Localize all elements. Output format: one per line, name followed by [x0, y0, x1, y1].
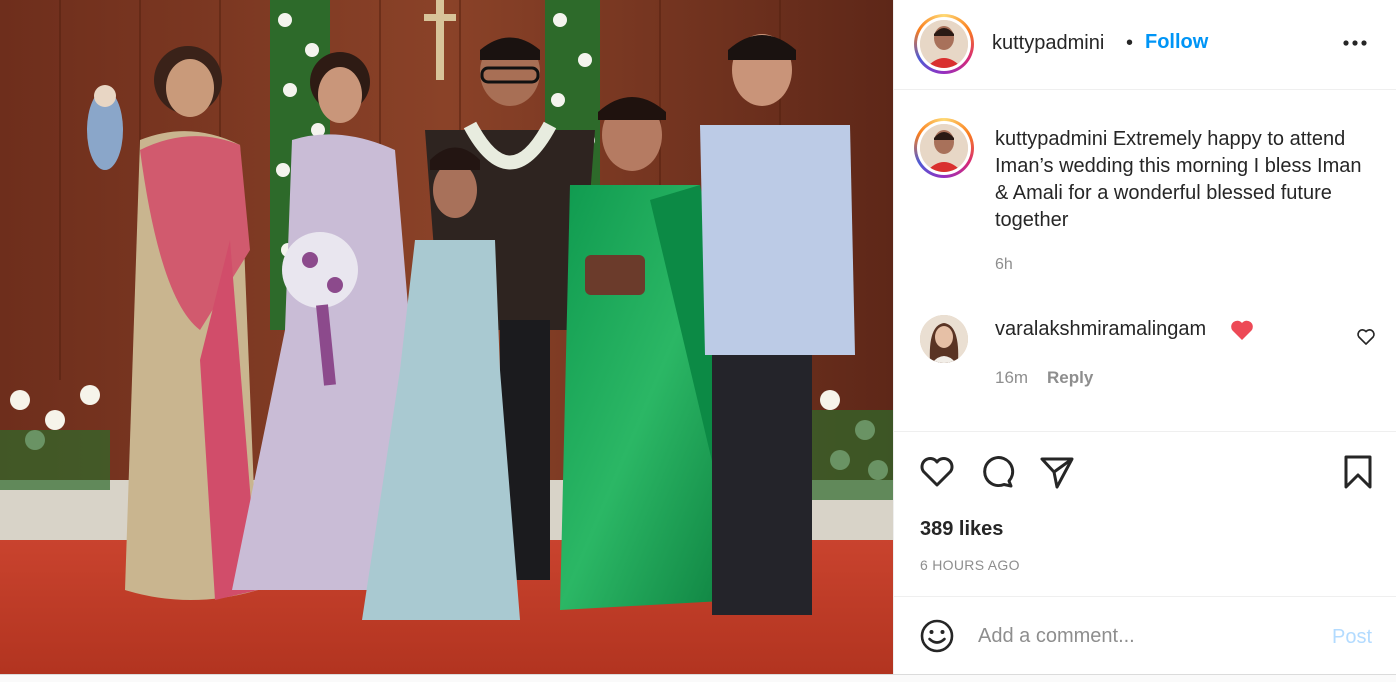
share-icon[interactable] — [1038, 453, 1076, 491]
author-avatar[interactable] — [914, 14, 974, 74]
post-detail-panel: kuttypadmini • Follow kuttypadmini Extre… — [893, 0, 1396, 674]
author-username[interactable]: kuttypadmini — [992, 32, 1104, 55]
heart-icon[interactable] — [918, 453, 956, 491]
caption-author-avatar[interactable] — [914, 118, 974, 178]
follow-button[interactable]: Follow — [1145, 31, 1208, 54]
caption-time[interactable]: 6h — [995, 256, 1013, 274]
post-photo[interactable] — [0, 0, 893, 674]
comment-item: varalakshmiramalingam 16m Reply — [894, 310, 1396, 410]
bookmark-icon[interactable] — [1339, 453, 1377, 491]
emoji-icon[interactable] — [918, 617, 956, 655]
comment-icon[interactable] — [978, 453, 1016, 491]
post-timestamp[interactable]: 6 HOURS AGO — [920, 557, 1020, 573]
post-photo-illustration — [0, 0, 893, 674]
more-options-icon[interactable] — [1340, 28, 1370, 58]
commenter-username[interactable]: varalakshmiramalingam — [995, 318, 1206, 341]
caption-username[interactable]: kuttypadmini — [995, 128, 1107, 150]
separator-dot: • — [1126, 32, 1134, 54]
likes-count[interactable]: 389 likes — [920, 518, 1003, 541]
comment-time[interactable]: 16m — [995, 368, 1028, 388]
reply-button[interactable]: Reply — [1047, 368, 1093, 388]
post-comment-button[interactable]: Post — [1332, 626, 1372, 649]
comment-input[interactable] — [978, 619, 1308, 653]
page-bottom-edge — [0, 674, 1396, 682]
comment-like-icon[interactable] — [1356, 327, 1376, 347]
commenter-avatar[interactable] — [920, 315, 968, 363]
post-actions: 389 likes 6 HOURS AGO — [894, 431, 1396, 596]
caption-text-block: kuttypadmini Extremely happy to attend I… — [995, 126, 1380, 234]
add-comment-bar: Post — [894, 596, 1396, 674]
red-heart-emoji — [1231, 320, 1253, 340]
post-header: kuttypadmini • Follow — [894, 0, 1396, 90]
